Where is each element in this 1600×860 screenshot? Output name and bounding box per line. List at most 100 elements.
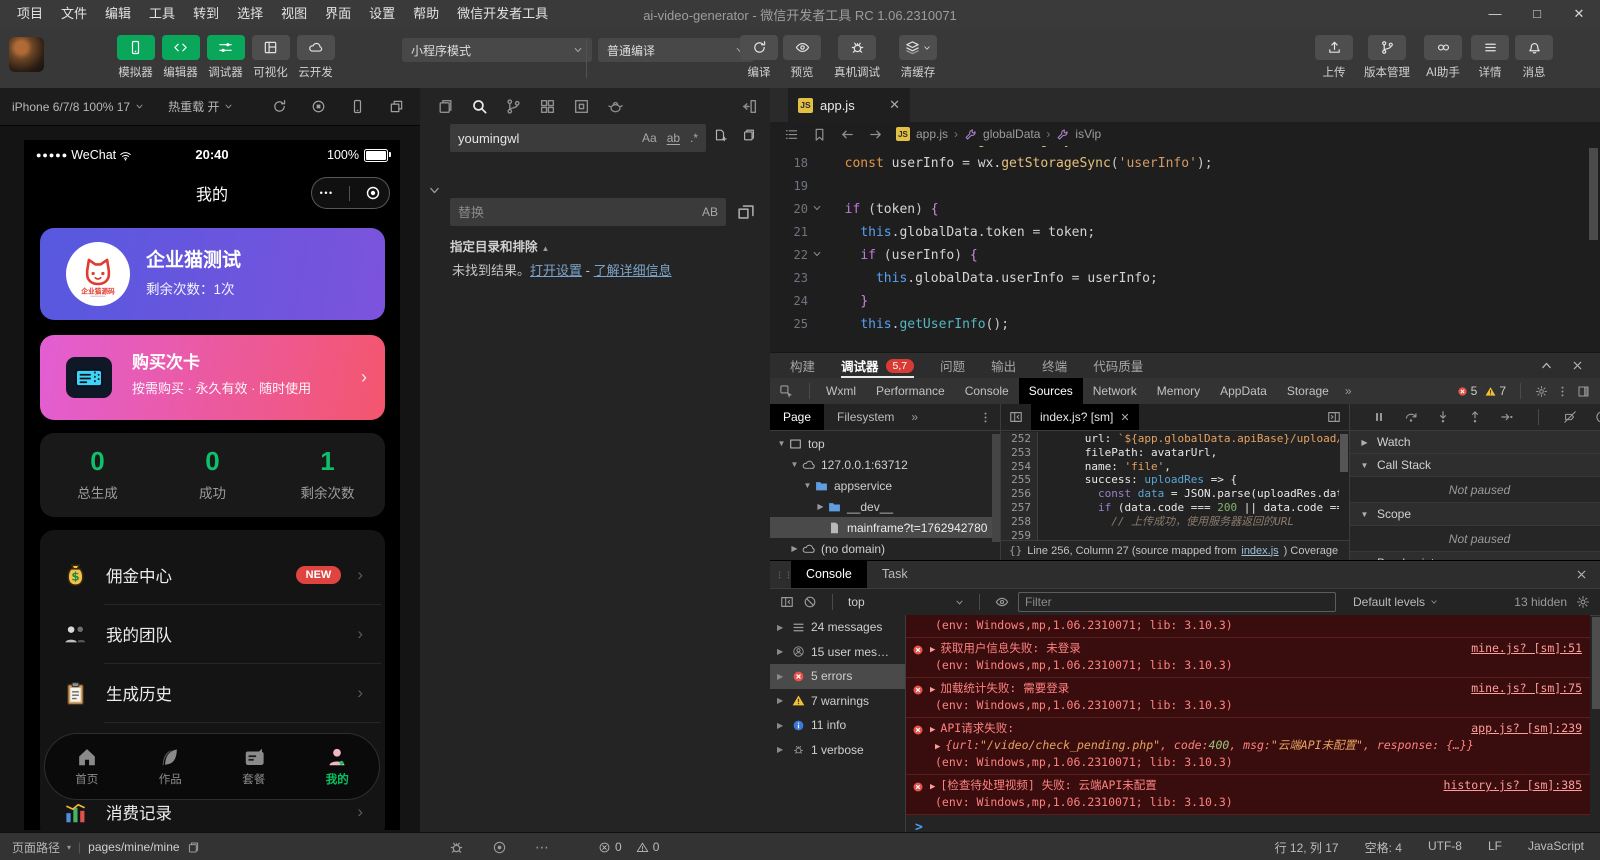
fold-icon[interactable]: [812, 198, 829, 221]
search-input[interactable]: [450, 130, 642, 146]
panel-tab-输出[interactable]: 输出: [991, 353, 1016, 378]
tab-index-js[interactable]: index.js? [sm] ✕: [1031, 404, 1139, 430]
nav-back-icon[interactable]: [840, 127, 855, 142]
copy-path-icon[interactable]: [187, 841, 200, 854]
devtool-tab-Storage[interactable]: Storage: [1277, 378, 1339, 404]
section-Watch[interactable]: ▶ Watch: [1350, 431, 1600, 454]
pause-icon[interactable]: [1372, 410, 1386, 424]
tab-套餐[interactable]: 套餐: [212, 734, 296, 799]
maximize-button[interactable]: □: [1516, 0, 1558, 28]
collapse-panel-icon[interactable]: [1540, 359, 1553, 372]
tree-scrollbar[interactable]: [992, 434, 1000, 542]
match-case-icon[interactable]: Aa: [642, 131, 657, 145]
replace-input[interactable]: [450, 204, 702, 220]
toolbar-button-预览[interactable]: 预览: [780, 35, 824, 80]
inspect-element-icon[interactable]: [779, 384, 794, 399]
panel-tab-代码质量[interactable]: 代码质量: [1093, 353, 1143, 378]
menu-item-7[interactable]: 界面: [316, 0, 360, 28]
tab-作品[interactable]: 作品: [129, 734, 213, 799]
menu-item-0[interactable]: 项目: [8, 0, 52, 28]
devtool-tab-Network[interactable]: Network: [1083, 378, 1147, 404]
open-in-editor-icon[interactable]: [713, 128, 727, 142]
toolbar-button-消息[interactable]: 消息: [1512, 35, 1556, 80]
source-vscrollbar[interactable]: [1340, 434, 1348, 472]
purchase-card[interactable]: 购买次卡 按需购买 · 永久有效 · 随时使用 ›: [40, 335, 385, 420]
editor-code-area[interactable]: 17 const token = wx.getStorageSync('toke…: [770, 129, 1586, 352]
expand-arrow-icon[interactable]: ▶: [930, 780, 935, 795]
step-out-icon[interactable]: [1468, 410, 1482, 424]
hidden-count-label[interactable]: 13 hidden: [1514, 595, 1567, 609]
step-icon[interactable]: [1500, 410, 1514, 424]
drag-handle-icon[interactable]: [775, 568, 791, 582]
replace-all-icon[interactable]: [736, 201, 756, 221]
menu-item-8[interactable]: 设置: [360, 0, 404, 28]
tab-首页[interactable]: 首页: [45, 734, 129, 799]
regex-icon[interactable]: .*: [690, 131, 698, 145]
user-avatar[interactable]: [9, 37, 44, 72]
source-location-link[interactable]: mine.js? [sm]:75: [1459, 681, 1582, 696]
expand-arrow-icon[interactable]: ▶: [935, 740, 940, 755]
close-target-icon[interactable]: [365, 185, 381, 201]
nav-forward-icon[interactable]: [868, 127, 883, 142]
close-panel-icon[interactable]: [1571, 359, 1584, 372]
breadcrumb-item[interactable]: globalData: [983, 127, 1040, 141]
menu-item-10[interactable]: 微信开发者工具: [448, 0, 557, 28]
toggle-replace-icon[interactable]: [428, 184, 441, 197]
console-scrollbar[interactable]: [1592, 617, 1600, 709]
console-filter-11 info[interactable]: ▶ 11 info: [770, 713, 905, 738]
toolbar-button-可视化[interactable]: 可视化: [248, 35, 293, 80]
capsule-button[interactable]: •••: [311, 177, 390, 209]
outline-icon[interactable]: [784, 127, 799, 142]
menu-item-3[interactable]: 工具: [140, 0, 184, 28]
deactivate-breakpoints-icon[interactable]: [1563, 410, 1577, 424]
minimize-button[interactable]: —: [1474, 0, 1516, 28]
status-item[interactable]: LF: [1488, 839, 1502, 856]
tree-tab-Page[interactable]: Page: [770, 404, 825, 430]
settings-gear-icon[interactable]: [1535, 385, 1548, 398]
mock-icon[interactable]: [607, 98, 624, 115]
expand-all-icon[interactable]: [742, 128, 756, 142]
toolbar-button-清缓存[interactable]: 清缓存: [890, 35, 946, 80]
toolbar-button-AI助手[interactable]: AI助手: [1418, 35, 1468, 80]
log-levels-select[interactable]: Default levels: [1353, 595, 1438, 609]
console-filter-15 user mes…[interactable]: ▶ 15 user mes…: [770, 640, 905, 665]
component-icon[interactable]: [573, 98, 590, 115]
pretty-print-icon[interactable]: {}: [1009, 544, 1022, 557]
toolbar-button-真机调试[interactable]: 真机调试: [824, 35, 890, 80]
source-control-icon[interactable]: [505, 98, 522, 115]
section-Scope[interactable]: ▼ Scope: [1350, 503, 1600, 526]
kebab-menu-icon[interactable]: [979, 411, 992, 424]
menu-item-9[interactable]: 帮助: [404, 0, 448, 28]
search-dirs-toggle[interactable]: 指定目录和排除 ▲: [450, 236, 549, 255]
toolbar-button-调试器[interactable]: 调试器: [203, 35, 248, 80]
problems-counts[interactable]: 0 0: [598, 840, 659, 854]
panel-tab-调试器[interactable]: 调试器 5,7: [841, 353, 915, 378]
panel-tab-终端[interactable]: 终端: [1042, 353, 1067, 378]
pause-on-exceptions-icon[interactable]: [1595, 410, 1600, 424]
toolbar-button-详情[interactable]: 详情: [1468, 35, 1512, 80]
console-tab-Task[interactable]: Task: [867, 561, 923, 588]
bookmark-icon[interactable]: [812, 127, 827, 142]
panel-tab-问题[interactable]: 问题: [940, 353, 965, 378]
devtool-tab-Console[interactable]: Console: [955, 378, 1019, 404]
menu-item-我的团队[interactable]: 我的团队 ›: [40, 605, 385, 663]
menu-item-2[interactable]: 编辑: [96, 0, 140, 28]
status-item[interactable]: 行 12, 列 17: [1275, 839, 1339, 856]
breadcrumb-item[interactable]: app.js: [916, 127, 948, 141]
mode-select[interactable]: 小程序模式: [402, 38, 592, 62]
step-into-icon[interactable]: [1436, 410, 1450, 424]
tree-node-(no domain)[interactable]: ▶ (no domain): [770, 538, 1000, 559]
expand-arrow-icon[interactable]: ▶: [930, 723, 935, 738]
open-settings-link[interactable]: 打开设置: [530, 263, 582, 278]
filter-input[interactable]: [1019, 595, 1335, 609]
context-select[interactable]: top: [848, 595, 964, 609]
preserve-case-icon[interactable]: AB: [702, 205, 718, 219]
step-over-icon[interactable]: [1404, 410, 1418, 424]
console-filter-7 warnings[interactable]: ▶ 7 warnings: [770, 689, 905, 714]
devtool-tab-Memory[interactable]: Memory: [1147, 378, 1210, 404]
devtool-tab-Sources[interactable]: Sources: [1018, 378, 1083, 404]
device-select[interactable]: iPhone 6/7/8 100% 17: [0, 100, 156, 114]
section-Call Stack[interactable]: ▼ Call Stack: [1350, 454, 1600, 477]
console-filter-5 errors[interactable]: ▶ 5 errors: [770, 664, 905, 689]
devtool-tab-Wxml[interactable]: Wxml: [816, 378, 866, 404]
